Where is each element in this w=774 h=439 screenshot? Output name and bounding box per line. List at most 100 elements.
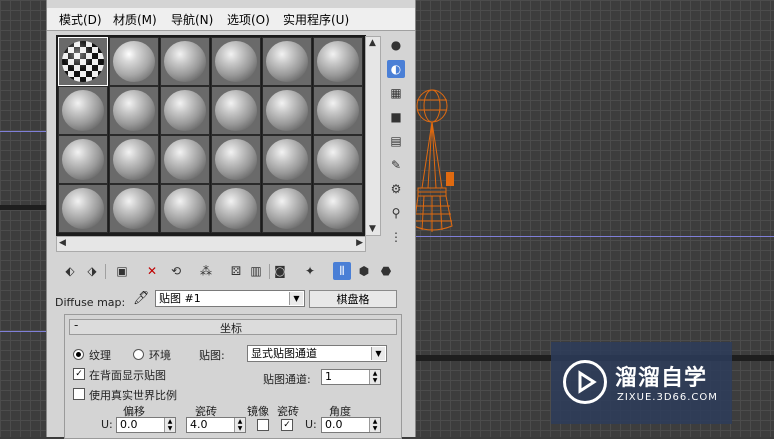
select-by-material-icon[interactable]: ⚲ — [387, 204, 405, 222]
sample-slot-1[interactable] — [58, 37, 108, 86]
axis-line-right — [414, 236, 774, 237]
make-preview-icon[interactable]: ✎ — [387, 156, 405, 174]
menu-navigation[interactable]: 导航(N) — [171, 11, 213, 28]
axis-line-left-bottom — [0, 331, 46, 332]
sample-slot[interactable] — [262, 37, 312, 86]
show-end-result-icon[interactable]: ✦ — [301, 262, 319, 280]
sample-slot[interactable] — [109, 135, 159, 184]
material-sphere — [164, 41, 206, 82]
rollout-header[interactable]: - 坐标 — [69, 318, 397, 335]
options-icon[interactable]: ⚙ — [387, 180, 405, 198]
sample-slot[interactable] — [109, 86, 159, 135]
menu-options[interactable]: 选项(O) — [227, 11, 270, 28]
menu-mode[interactable]: 模式(D) — [59, 11, 102, 28]
spinner-arrows-icon[interactable]: ▲ ▼ — [369, 418, 380, 432]
reset-map-icon[interactable]: ✕ — [143, 262, 161, 280]
material-sphere — [164, 188, 206, 229]
material-sphere — [215, 188, 257, 229]
sample-slot[interactable] — [262, 184, 312, 233]
get-material-icon[interactable]: ⬖ — [61, 262, 79, 280]
spinner-arrows-icon[interactable]: ▲ ▼ — [369, 370, 380, 384]
sample-slot[interactable] — [160, 86, 210, 135]
scroll-up-icon[interactable]: ▲ — [369, 38, 376, 48]
sample-slot[interactable] — [313, 184, 363, 233]
sample-slot[interactable] — [109, 184, 159, 233]
collapse-icon[interactable]: - — [74, 318, 78, 332]
mirror-header: 镜像 — [247, 405, 269, 418]
show-back-checkbox[interactable]: ✓ — [73, 368, 85, 380]
map-type-button[interactable]: 棋盘格 — [309, 290, 397, 308]
viewport-divider-left — [0, 205, 46, 210]
diffuse-map-row: Diffuse map: 🖊 贴图 #1 ▼ 棋盘格 — [47, 289, 415, 309]
texture-radio[interactable] — [73, 349, 84, 360]
backlight-icon[interactable]: ◐ — [387, 60, 405, 78]
scroll-down-icon[interactable]: ▼ — [369, 224, 376, 234]
put-to-library-icon[interactable]: ⁂ — [197, 262, 215, 280]
material-id-channel-icon[interactable]: ⚄ — [227, 262, 245, 280]
scroll-right-icon[interactable]: ▶ — [356, 238, 363, 248]
wireframe-model[interactable] — [408, 88, 468, 238]
dropdown-arrow-icon[interactable]: ▼ — [289, 292, 303, 305]
sample-slot[interactable] — [160, 135, 210, 184]
eyedropper-icon[interactable]: 🖊 — [133, 291, 150, 306]
sample-uv-tiling-icon[interactable]: ■ — [387, 108, 405, 126]
channel-spinner[interactable]: 1 ▲ ▼ — [321, 369, 381, 385]
map-name-field[interactable]: 贴图 #1 ▼ — [155, 290, 305, 307]
sample-slot-2[interactable] — [109, 37, 159, 86]
spinner-arrows-icon[interactable]: ▲ ▼ — [234, 418, 245, 432]
video-color-check-icon[interactable]: ▤ — [387, 132, 405, 150]
sample-slot[interactable] — [58, 135, 108, 184]
sample-slot[interactable] — [211, 86, 261, 135]
channel-label: 贴图通道: — [263, 373, 311, 386]
assign-to-selection-icon[interactable]: ▣ — [113, 262, 131, 280]
sample-slot[interactable] — [58, 86, 108, 135]
material-sphere — [317, 188, 359, 229]
show-map-in-viewport-icon[interactable]: ◙ — [271, 262, 289, 280]
go-forward-sibling-icon[interactable]: ⬢ — [355, 262, 373, 280]
u-mirror-checkbox[interactable] — [257, 419, 269, 431]
material-sphere — [113, 188, 155, 229]
menu-material[interactable]: 材质(M) — [113, 11, 157, 28]
scroll-left-icon[interactable]: ◀ — [59, 238, 66, 248]
show-shaded-icon[interactable]: ▥ — [247, 262, 265, 280]
background-checker-icon[interactable]: ▦ — [387, 84, 405, 102]
sample-slot[interactable] — [211, 135, 261, 184]
u-offset-value: 0.0 — [120, 418, 138, 431]
slots-horizontal-scrollbar[interactable]: ◀ ▶ — [56, 236, 366, 252]
material-map-navigator-icon[interactable]: ⋮ — [387, 228, 405, 246]
sample-type-icon[interactable]: ● — [387, 36, 405, 54]
put-to-scene-icon[interactable]: ⬗ — [83, 262, 101, 280]
sample-slot[interactable] — [262, 86, 312, 135]
axis-line-left — [0, 131, 46, 132]
sample-slot[interactable] — [313, 37, 363, 86]
make-unique-icon[interactable]: ⟲ — [167, 262, 185, 280]
material-sphere — [113, 139, 155, 180]
real-world-checkbox[interactable] — [73, 388, 85, 400]
material-sphere — [266, 188, 308, 229]
mapping-dropdown[interactable]: 显式贴图通道 ▼ — [247, 345, 387, 362]
go-to-parent-icon[interactable]: ⫴ — [333, 262, 351, 280]
sample-slot[interactable] — [262, 135, 312, 184]
menu-utilities[interactable]: 实用程序(U) — [283, 11, 349, 28]
u-tiling-value: 4.0 — [190, 418, 208, 431]
material-sphere — [317, 41, 359, 82]
slots-vertical-scrollbar[interactable]: ▲ ▼ — [365, 36, 381, 236]
environ-radio[interactable] — [133, 349, 144, 360]
sample-slot[interactable] — [58, 184, 108, 233]
u-angle-spinner[interactable]: 0.0 ▲ ▼ — [321, 417, 381, 433]
dropdown-arrow-icon[interactable]: ▼ — [371, 347, 385, 360]
sample-slot[interactable] — [313, 86, 363, 135]
sample-slot[interactable] — [160, 184, 210, 233]
sample-slot[interactable] — [211, 184, 261, 233]
u-offset-spinner[interactable]: 0.0 ▲ ▼ — [116, 417, 176, 433]
pick-material-icon[interactable]: ⬣ — [377, 262, 395, 280]
material-sphere — [164, 139, 206, 180]
spinner-arrows-icon[interactable]: ▲ ▼ — [164, 418, 175, 432]
material-sphere — [164, 90, 206, 131]
map-name-value: 贴图 #1 — [159, 292, 201, 305]
sample-slot[interactable] — [160, 37, 210, 86]
u-tile-checkbox[interactable]: ✓ — [281, 419, 293, 431]
sample-slot[interactable] — [211, 37, 261, 86]
sample-slot[interactable] — [313, 135, 363, 184]
u-tiling-spinner[interactable]: 4.0 ▲ ▼ — [186, 417, 246, 433]
